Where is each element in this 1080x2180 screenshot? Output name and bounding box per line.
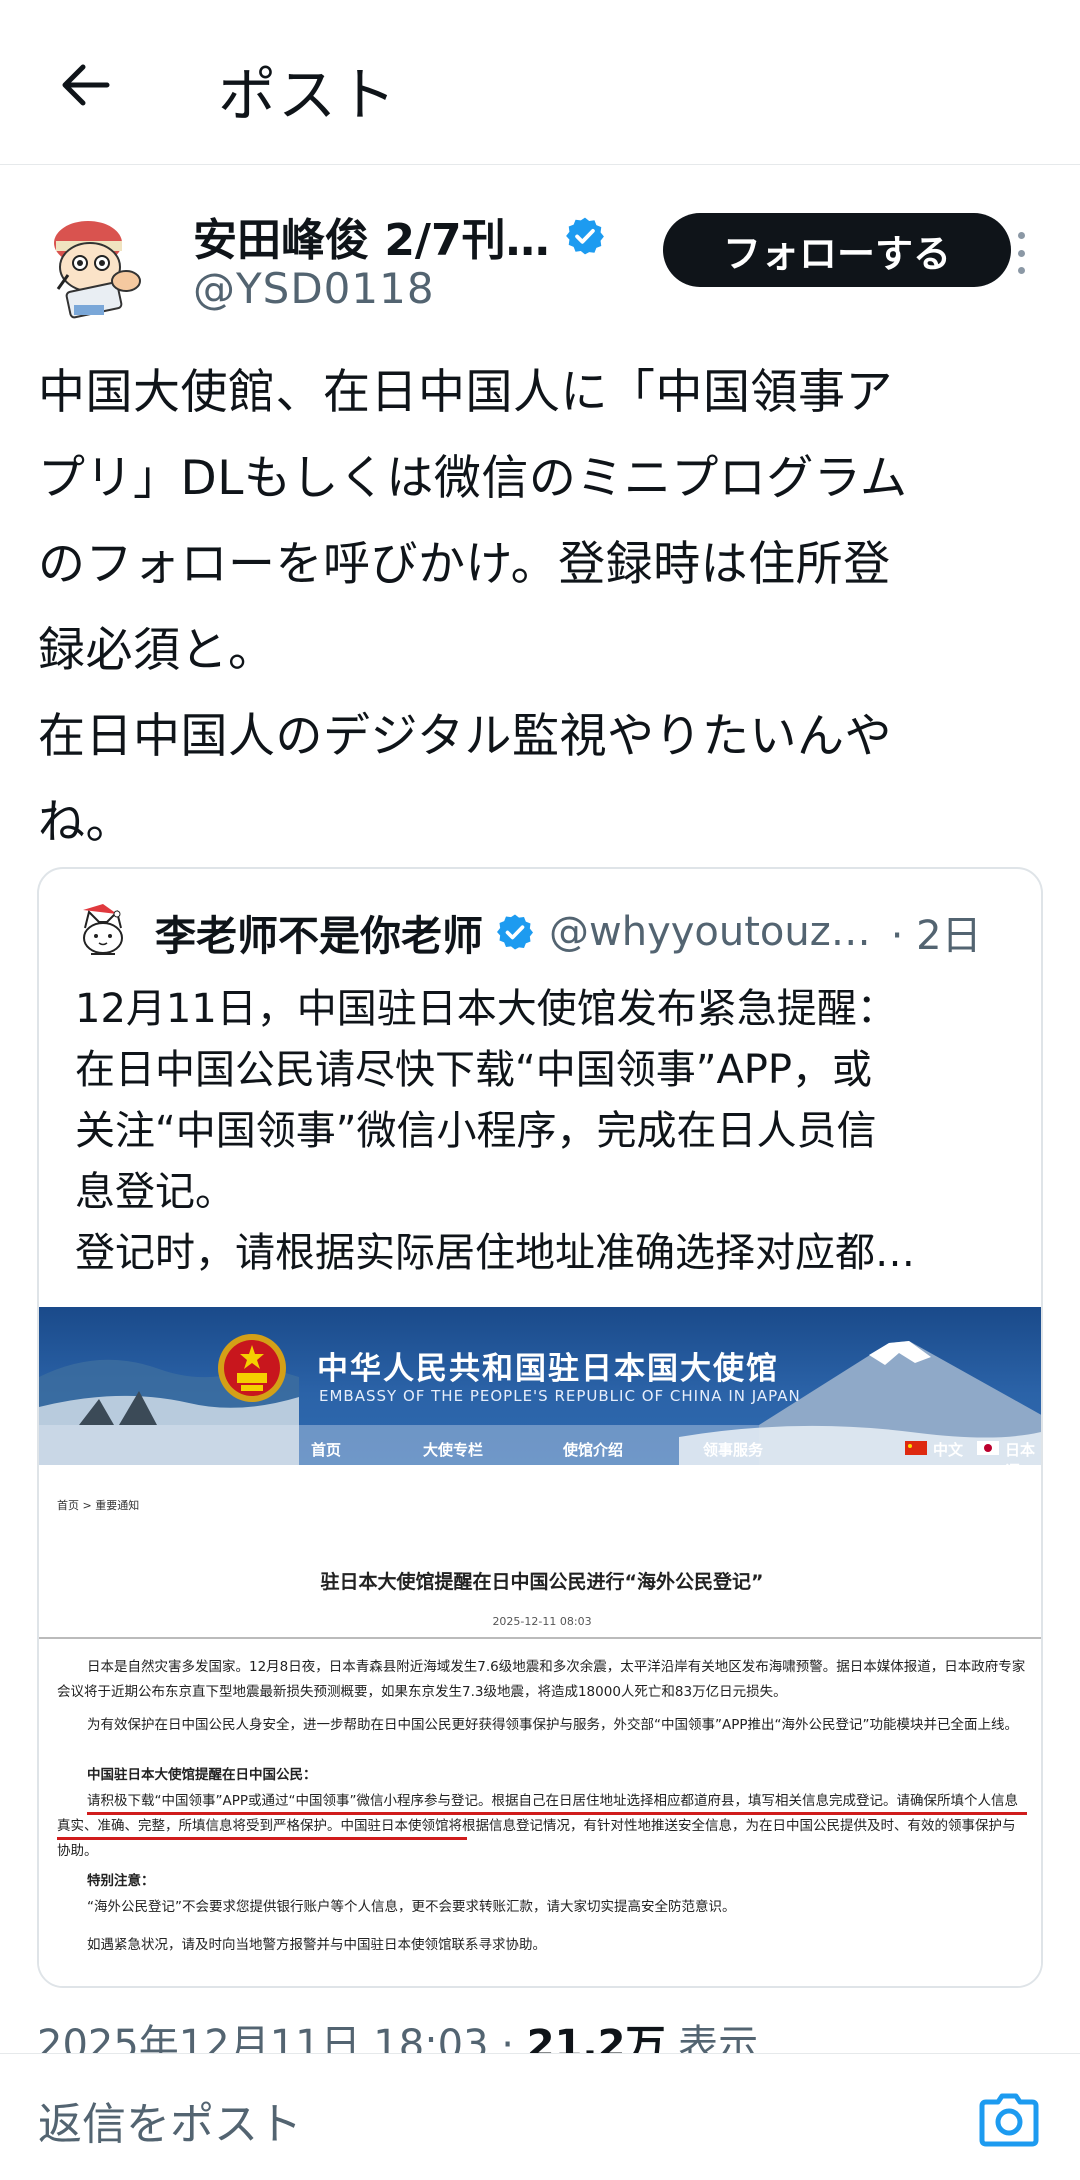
- quoted-avatar[interactable]: [73, 902, 133, 962]
- notice-paragraph: “海外公民登记”不会要求您提供银行账户等个人信息，更不会要求转账汇款，请大家切实…: [87, 1899, 736, 1915]
- embassy-notice: 首页 > 重要通知 驻日本大使馆提醒在日中国公民进行“海外公民登记” 2025-…: [39, 1465, 1041, 1986]
- quoted-author-name[interactable]: 李老师不是你老师: [155, 902, 483, 962]
- avatar[interactable]: [38, 205, 158, 325]
- quoted-post-time: · 2日: [890, 913, 982, 959]
- page-title: ポスト: [218, 61, 399, 129]
- red-underline: [87, 1812, 1027, 1815]
- quoted-post[interactable]: 李老师不是你老师 @whyyoutouz… · 2日 12月11日，中国驻日本大…: [37, 867, 1043, 1988]
- arrow-left-icon: [62, 64, 110, 106]
- back-button[interactable]: [50, 50, 120, 120]
- post-text-line: 録必須と。: [38, 623, 276, 678]
- author-name-row: 安田峰俊 2/7刊…: [193, 204, 606, 268]
- quoted-post-text: 12月11日，中国驻日本大使馆发布紧急提醒： 在日中国公民请尽快下载“中国领事”…: [75, 979, 1025, 1284]
- follow-button[interactable]: フォローする: [663, 213, 1011, 287]
- more-options-icon[interactable]: [1006, 228, 1036, 278]
- quoted-text-line: 12月11日，中国驻日本大使馆发布紧急提醒：: [75, 986, 897, 1032]
- author-name[interactable]: 安田峰俊 2/7刊…: [193, 204, 550, 268]
- post-text-line: ね。: [38, 795, 133, 850]
- author-handle[interactable]: @YSD0118: [193, 264, 435, 313]
- notice-paragraph: 如遇紧急状况，请及时向当地警方报警并与中国驻日本使领馆联系寻求协助。: [87, 1937, 546, 1953]
- embassy-nav: 首页 大使专栏 使馆介绍 领事服务 中文 日本语: [39, 1431, 1041, 1465]
- quoted-post-header: 李老师不是你老师 @whyyoutouz… · 2日: [73, 897, 1033, 967]
- notice-paragraph: 请积极下载“中国领事”APP或通过“中国领事”微信小程序参与登记。根据自己在日居…: [57, 1793, 1018, 1859]
- verified-badge-icon: [565, 217, 604, 255]
- reply-input[interactable]: 返信をポスト: [38, 2088, 302, 2152]
- red-underline: [57, 1837, 467, 1840]
- national-emblem-icon: [218, 1334, 286, 1402]
- dot: [1017, 267, 1025, 274]
- notice-paragraph: 为有效保护在日中国公民人身安全，进一步帮助在日中国公民更好获得领事保护与服务，外…: [87, 1717, 1018, 1733]
- embassy-title: 中华人民共和国驻日本国大使馆: [317, 1351, 779, 1387]
- notice-paragraph: 特别注意：: [87, 1873, 155, 1889]
- post-text-line: 在日中国人のデジタル監視やりたいんや: [38, 709, 893, 764]
- embassy-nav-item: 使馆介绍: [563, 1441, 624, 1459]
- embassy-nav-item: 领事服务: [703, 1441, 764, 1459]
- embassy-nav-item: 首页: [311, 1441, 342, 1459]
- lang-jp: 日本语: [1005, 1441, 1036, 1465]
- breadcrumb: 首页 > 重要通知: [57, 1499, 140, 1512]
- post-text-line: のフォローを呼びかけ。登録時は住所登: [38, 537, 891, 592]
- post-author: 安田峰俊 2/7刊… @YSD0118 フォローする: [38, 200, 1048, 330]
- post-text-line: プリ」DLもしくは微信のミニプログラム: [38, 451, 908, 506]
- camera-button[interactable]: [978, 2092, 1040, 2148]
- avatar-image: [38, 205, 158, 325]
- japan-flag-icon: [977, 1441, 999, 1455]
- quoted-author-handle[interactable]: @whyyoutouz…: [549, 909, 871, 955]
- verified-badge-icon: [497, 914, 533, 950]
- notice-paragraph: 日本是自然灾害多发国家。12月8日夜，日本青森县附近海域发生7.6级地震和多次余…: [57, 1659, 1026, 1700]
- china-flag-icon: [905, 1441, 927, 1455]
- quoted-text-line: 登记时，请根据实际居住地址准确选择对应都…: [75, 1230, 915, 1276]
- embassy-nav-item: 大使专栏: [423, 1441, 484, 1459]
- embassy-banner: 中华人民共和国驻日本国大使馆 EMBASSY OF THE PEOPLE'S R…: [39, 1307, 1041, 1465]
- divider: [39, 1637, 1041, 1639]
- post-text: 中国大使館、在日中国人に「中国領事ア プリ」DLもしくは微信のミニプログラム の…: [38, 350, 1048, 866]
- notice-date: 2025-12-11 08:03: [492, 1615, 592, 1628]
- reply-bar: 返信をポスト: [0, 2053, 1080, 2180]
- camera-icon: [979, 2093, 1039, 2147]
- dot: [1017, 249, 1025, 257]
- post-text-line: 中国大使館、在日中国人に「中国領事ア: [38, 365, 893, 420]
- quoted-text-line: 息登记。: [75, 1169, 235, 1215]
- notice-paragraph: 中国驻日本大使馆提醒在日中国公民：: [87, 1767, 317, 1783]
- lang-cn: 中文: [933, 1441, 964, 1459]
- quoted-text-line: 关注“中国领事”微信小程序，完成在日人员信: [75, 1108, 877, 1154]
- notice-title: 驻日本大使馆提醒在日中国公民进行“海外公民登记”: [320, 1571, 764, 1593]
- dot: [1017, 232, 1025, 239]
- top-bar: ポスト: [0, 0, 1080, 165]
- quoted-media-image[interactable]: 中华人民共和国驻日本国大使馆 EMBASSY OF THE PEOPLE'S R…: [39, 1307, 1041, 1986]
- cat-avatar-icon: [73, 902, 133, 962]
- quoted-text-line: 在日中国公民请尽快下载“中国领事”APP，或: [75, 1047, 873, 1093]
- embassy-subtitle: EMBASSY OF THE PEOPLE'S REPUBLIC OF CHIN…: [319, 1387, 801, 1405]
